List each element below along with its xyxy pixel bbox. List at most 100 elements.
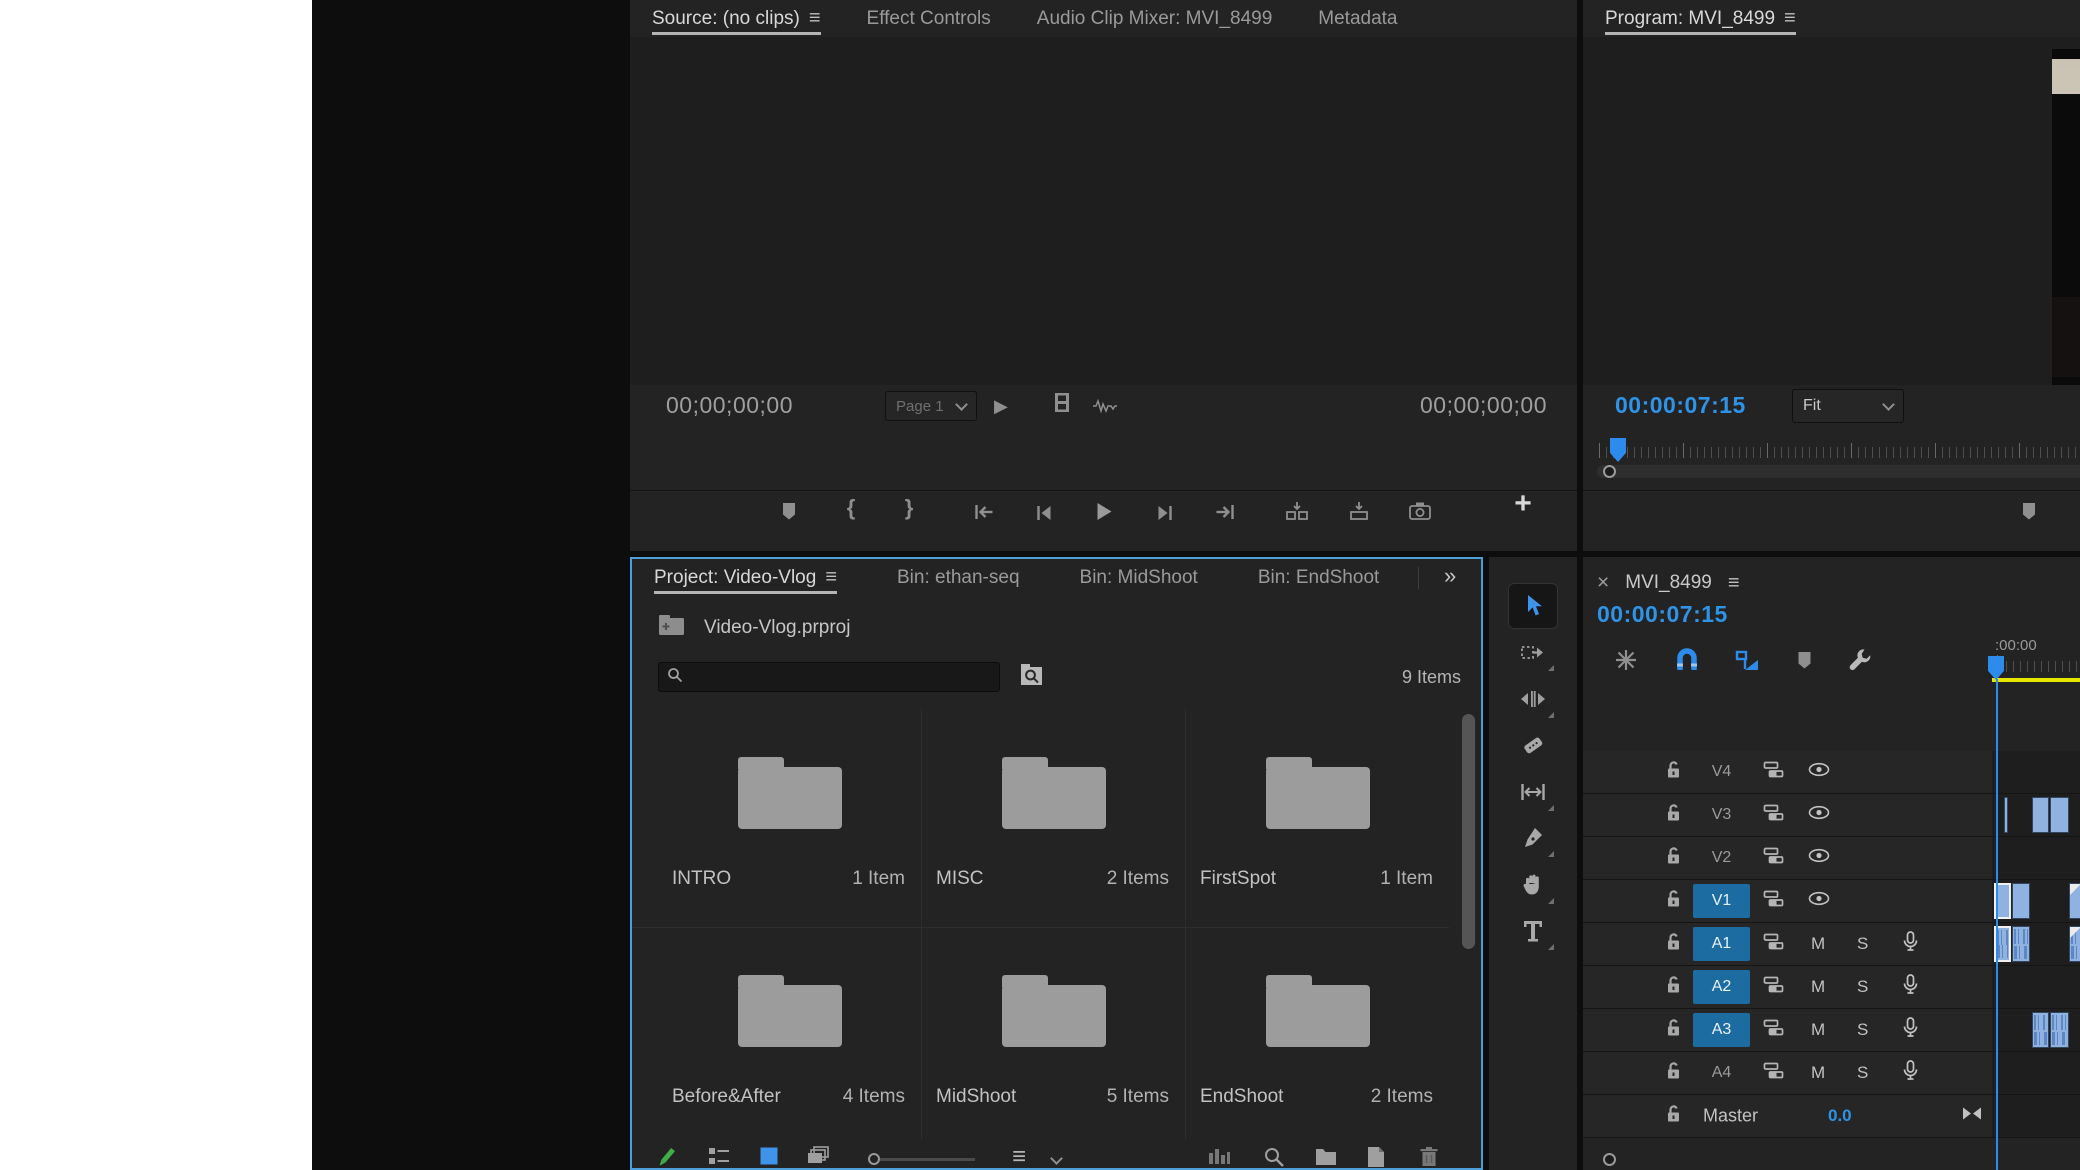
track-lane-v3[interactable] [1992, 794, 2080, 836]
add-marker-button[interactable] [1797, 651, 1812, 675]
selection-tool[interactable] [1508, 583, 1558, 629]
track-lane-master[interactable] [1992, 1095, 2080, 1137]
writable-status-button[interactable] [654, 1146, 678, 1168]
source-patch-toggle[interactable] [1763, 1019, 1784, 1041]
bin-item-misc[interactable]: MISC 2 Items [922, 709, 1185, 922]
track-select-forward-tool[interactable] [1509, 630, 1557, 674]
tab-bin-midshoot[interactable]: Bin: MidShoot [1080, 559, 1198, 596]
find-in-bin-icon[interactable] [1020, 663, 1044, 691]
track-target-toggle-v2[interactable]: V2 [1693, 841, 1750, 875]
tab-metadata[interactable]: Metadata [1318, 0, 1397, 37]
master-level-value[interactable]: 0.0 [1828, 1106, 1852, 1126]
clip-v3-58[interactable] [2050, 797, 2069, 833]
program-playhead[interactable] [1610, 438, 1626, 462]
lock-toggle[interactable] [1665, 803, 1682, 827]
clip-a3-40[interactable] [2032, 1012, 2049, 1048]
insert-button[interactable] [1285, 501, 1309, 521]
clip-v3-40[interactable] [2032, 797, 2049, 833]
voiceover-record-toggle[interactable] [1903, 1017, 1918, 1043]
snap-button[interactable] [1675, 648, 1699, 677]
pen-tool[interactable] [1509, 816, 1557, 860]
source-patch-toggle[interactable] [1763, 761, 1784, 783]
button-editor-button[interactable]: + [1514, 487, 1532, 521]
page-selector-dropdown[interactable]: Page 1 [885, 391, 977, 421]
timeline-timecode[interactable]: 00:00:07:15 [1597, 601, 1728, 628]
track-lane-v4[interactable] [1992, 751, 2080, 793]
source-patch-toggle[interactable] [1763, 933, 1784, 955]
track-lane-v2[interactable] [1992, 837, 2080, 879]
bin-item-midshoot[interactable]: MidShoot 5 Items [922, 927, 1185, 1140]
bin-item-intro[interactable]: INTRO 1 Item [658, 709, 921, 922]
ripple-edit-tool[interactable] [1509, 677, 1557, 721]
mark-in-button[interactable]: { [847, 495, 856, 521]
solo-toggle[interactable]: S [1857, 1063, 1868, 1083]
bin-item-endshoot[interactable]: EndShoot 2 Items [1186, 927, 1449, 1140]
solo-toggle[interactable]: S [1857, 1020, 1868, 1040]
bin-item-before-after[interactable]: Before&After 4 Items [658, 927, 921, 1140]
panel-menu-icon[interactable]: ≡ [809, 7, 821, 30]
track-output-toggle[interactable] [1808, 762, 1830, 782]
slip-tool[interactable] [1509, 770, 1557, 814]
project-scrollbar[interactable] [1462, 714, 1475, 949]
zoom-slider[interactable] [868, 1153, 975, 1165]
automate-to-sequence-button[interactable] [1207, 1146, 1231, 1168]
go-to-in-button[interactable] [974, 503, 995, 521]
clip-v3-12[interactable] [2004, 797, 2008, 833]
source-patch-toggle[interactable] [1763, 1062, 1784, 1084]
add-marker-button[interactable] [782, 502, 797, 521]
lock-toggle[interactable] [1665, 1061, 1682, 1085]
overwrite-button[interactable] [1347, 501, 1371, 521]
track-output-toggle[interactable] [1808, 848, 1830, 868]
track-target-toggle-v4[interactable]: V4 [1693, 755, 1750, 789]
tab-audio-clip-mixer-mvi-8499[interactable]: Audio Clip Mixer: MVI_8499 [1037, 0, 1273, 37]
timeline-settings-button[interactable] [1848, 647, 1874, 678]
bin-item-firstspot[interactable]: FirstSpot 1 Item [1186, 709, 1449, 922]
track-lane-a4[interactable] [1992, 1052, 2080, 1094]
track-target-toggle-a3[interactable]: A3 [1693, 1013, 1750, 1047]
panel-menu-icon[interactable]: ≡ [1728, 572, 1740, 595]
insufficient-media-button[interactable] [1613, 647, 1639, 678]
source-patch-toggle[interactable] [1763, 847, 1784, 869]
tab-bin-ethan-seq[interactable]: Bin: ethan-seq [897, 559, 1020, 596]
icon-view-button[interactable] [759, 1146, 779, 1168]
track-target-toggle-v1[interactable]: V1 [1693, 884, 1750, 918]
voiceover-record-toggle[interactable] [1903, 1060, 1918, 1086]
step-back-button[interactable] [1036, 505, 1053, 521]
lock-toggle[interactable] [1665, 975, 1682, 999]
track-output-toggle[interactable] [1808, 805, 1830, 825]
new-bin-button[interactable] [1314, 1146, 1338, 1168]
sort-icons-button[interactable]: ≡ [1012, 1143, 1063, 1168]
track-lane-v1[interactable]: fxMid-ShfxFunnyg [1992, 880, 2080, 922]
add-marker-button[interactable] [2022, 502, 2037, 521]
track-target-toggle-v3[interactable]: V3 [1693, 798, 1750, 832]
sequence-title[interactable]: MVI_8499 [1625, 572, 1712, 594]
track-target-toggle-a1[interactable]: A1 [1693, 927, 1750, 961]
track-target-toggle-a4[interactable]: A4 [1693, 1056, 1750, 1090]
close-icon[interactable]: × [1597, 571, 1609, 595]
program-scrollbar-knob[interactable] [1603, 465, 1616, 478]
page-play-icon[interactable]: ▶ [994, 396, 1008, 417]
tab-program[interactable]: Program: MVI_8499 ≡ [1605, 0, 1796, 37]
tab-effect-controls[interactable]: Effect Controls [867, 0, 991, 37]
mute-toggle[interactable]: M [1811, 1020, 1825, 1040]
clip-a1-20[interactable] [2012, 926, 2030, 962]
panel-menu-icon[interactable]: ≡ [1784, 7, 1796, 30]
type-tool[interactable] [1509, 909, 1557, 953]
clip-a3-58[interactable] [2050, 1012, 2069, 1048]
mark-out-button[interactable]: } [905, 495, 914, 521]
panel-menu-icon[interactable]: ≡ [825, 566, 837, 589]
step-forward-button[interactable] [1157, 505, 1174, 521]
work-area-bar[interactable] [1992, 678, 2080, 682]
tab-bin-endshoot[interactable]: Bin: EndShoot [1258, 559, 1379, 596]
source-patch-toggle[interactable] [1763, 804, 1784, 826]
clip-v1-77[interactable] [2069, 883, 2080, 919]
clip-v1-20[interactable] [2012, 883, 2030, 919]
timeline-ruler[interactable]: :00:00 00:04:16:00 [1992, 637, 2080, 683]
lock-toggle[interactable] [1665, 846, 1682, 870]
track-lane-a2[interactable]: fx [1992, 966, 2080, 1008]
lock-toggle[interactable] [1665, 760, 1682, 784]
lock-toggle[interactable] [1665, 1018, 1682, 1042]
search-input[interactable] [689, 668, 979, 686]
tab-overflow-button[interactable]: » [1444, 563, 1456, 589]
pan-keyframe-icon[interactable] [1961, 1106, 1983, 1126]
